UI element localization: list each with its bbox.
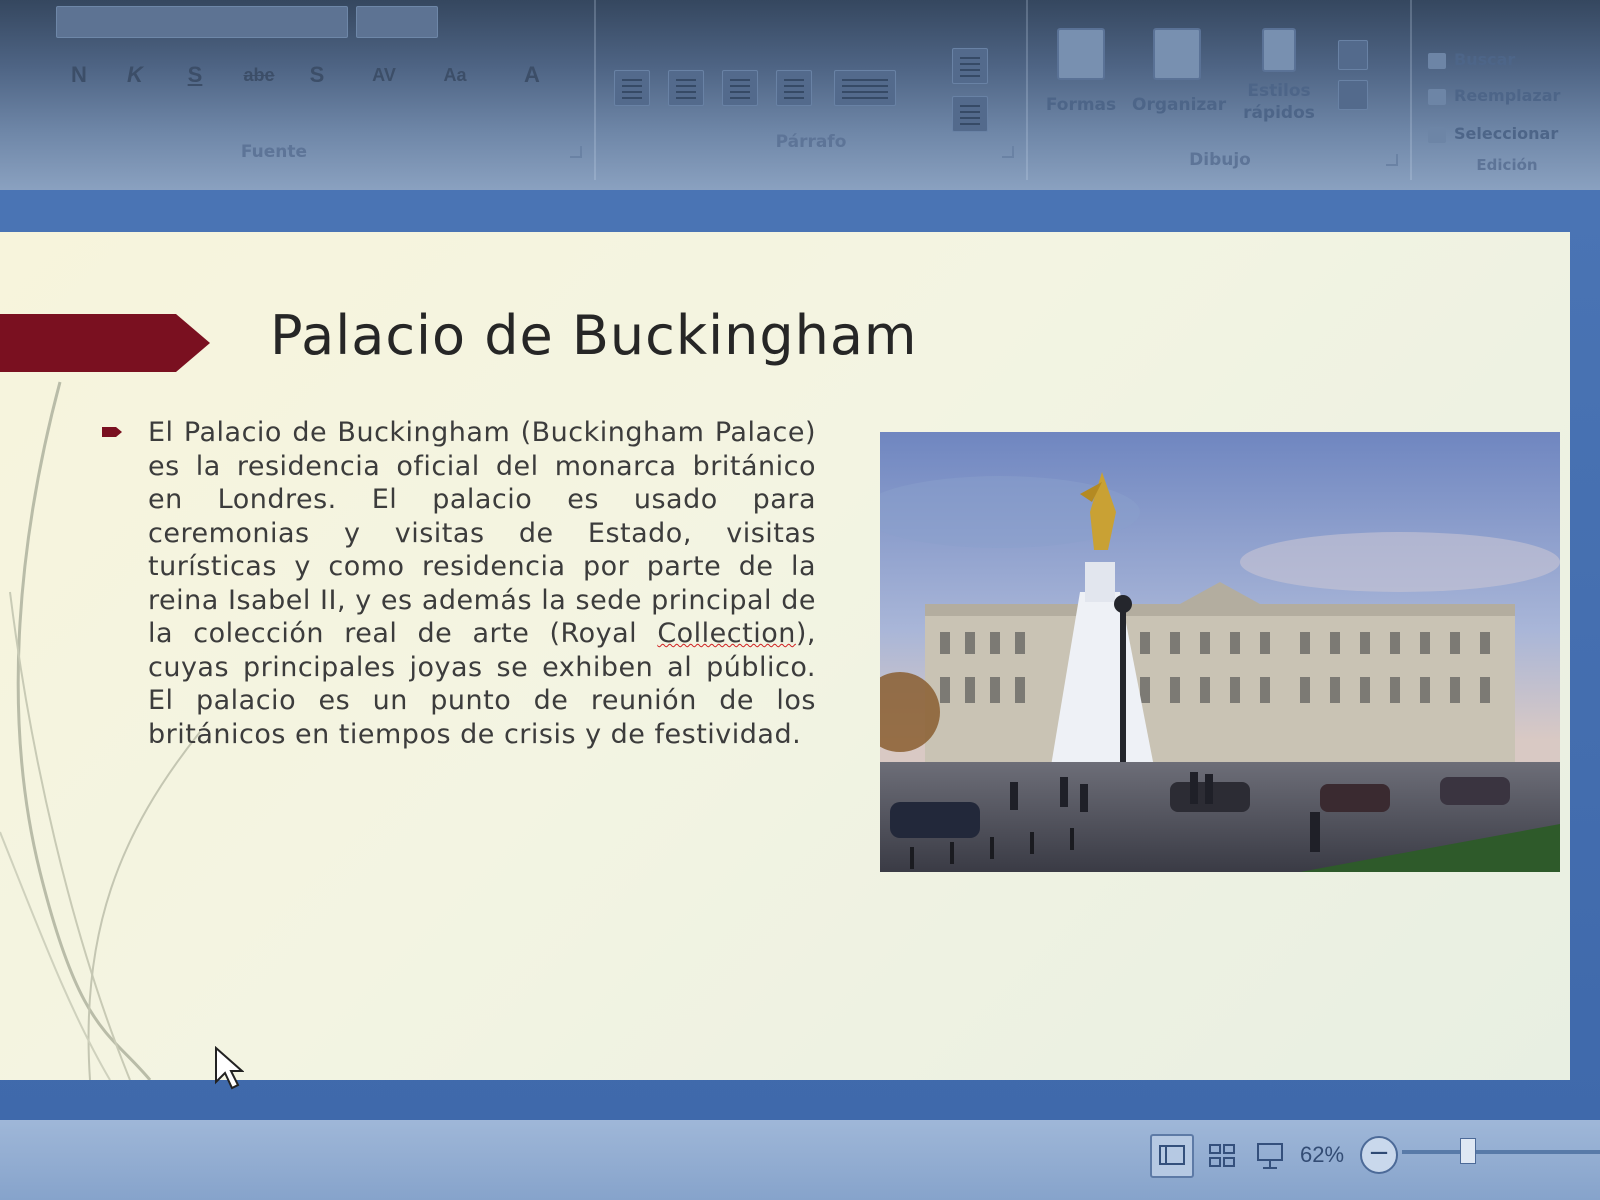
slide-body-text[interactable]: El Palacio de Buckingham (Buckingham Pal… <box>148 416 816 751</box>
zoom-slider-thumb[interactable] <box>1460 1138 1476 1164</box>
slideshow-button[interactable] <box>1248 1134 1292 1178</box>
misspelled-word: Collection <box>657 618 796 649</box>
title-accent-arrow <box>0 314 210 372</box>
columns-button[interactable] <box>834 70 896 106</box>
find-button[interactable]: Buscar <box>1428 50 1515 69</box>
convert-smartart-button[interactable] <box>952 96 988 132</box>
align-left-button[interactable] <box>614 70 650 106</box>
bold-button[interactable]: N <box>64 60 94 90</box>
editing-group-label: Edición <box>1476 156 1538 174</box>
shape-outline-button[interactable] <box>1338 80 1368 110</box>
char-spacing-button[interactable]: AV <box>354 60 414 90</box>
strikethrough-button[interactable]: abe <box>234 60 284 90</box>
drawing-group-label: Dibujo <box>1189 150 1251 170</box>
font-color-button[interactable]: A <box>512 60 552 90</box>
cursor-select-icon <box>1428 126 1446 143</box>
slideshow-icon <box>1257 1143 1283 1169</box>
replace-button[interactable]: Reemplazar <box>1428 86 1560 105</box>
text-direction-button[interactable] <box>952 48 988 84</box>
font-size-combo[interactable] <box>356 6 438 38</box>
binoculars-icon <box>1428 52 1446 69</box>
font-name-combo[interactable] <box>56 6 348 38</box>
bullet-arrow-icon <box>102 427 122 437</box>
zoom-out-button[interactable]: − <box>1360 1136 1398 1174</box>
font-dialog-launcher[interactable] <box>570 146 582 158</box>
arrange-button[interactable]: Organizar <box>1132 28 1227 116</box>
quick-styles-button[interactable]: Estilos rápidos <box>1234 28 1324 124</box>
normal-view-icon <box>1159 1145 1185 1165</box>
ribbon: N K S abe S AV Aa A Fuente Párrafo Forma… <box>0 0 1600 190</box>
shapes-icon <box>1057 28 1105 80</box>
mouse-pointer-icon <box>215 1046 244 1090</box>
zoom-level-label[interactable]: 62% <box>1300 1142 1344 1168</box>
status-bar: 62% − <box>0 1120 1600 1200</box>
underline-button[interactable]: S <box>180 60 210 90</box>
slide-sorter-button[interactable] <box>1200 1134 1244 1178</box>
shadow-button[interactable]: S <box>302 60 332 90</box>
ribbon-group-paragraph: Párrafo <box>596 0 1028 180</box>
ribbon-group-editing: Buscar Reemplazar Seleccionar Edición <box>1414 0 1600 180</box>
find-label: Buscar <box>1454 50 1516 69</box>
font-group-label: Fuente <box>240 142 308 162</box>
replace-label: Reemplazar <box>1454 86 1561 105</box>
align-right-button[interactable] <box>722 70 758 106</box>
slide-title[interactable]: Palacio de Buckingham <box>270 304 918 367</box>
quick-styles-label-2: rápidos <box>1243 103 1315 123</box>
body-text-part-1: El Palacio de Buckingham (Buckingham Pal… <box>148 417 816 649</box>
shapes-button[interactable]: Formas <box>1036 28 1126 116</box>
quick-styles-label-1: Estilos <box>1247 81 1311 101</box>
select-label: Seleccionar <box>1454 124 1559 143</box>
arrange-icon <box>1153 28 1201 80</box>
quick-styles-icon <box>1262 28 1296 72</box>
zoom-slider-track[interactable] <box>1402 1150 1600 1154</box>
paragraph-group-label: Párrafo <box>775 132 847 152</box>
paragraph-dialog-launcher[interactable] <box>1002 146 1014 158</box>
ribbon-group-drawing: Formas Organizar Estilos rápidos Dibujo <box>1030 0 1412 180</box>
replace-icon <box>1428 88 1446 105</box>
align-center-button[interactable] <box>668 70 704 106</box>
normal-view-button[interactable] <box>1150 1134 1194 1178</box>
slide-sorter-icon <box>1209 1144 1235 1167</box>
buckingham-palace-photo[interactable] <box>880 432 1560 872</box>
drawing-dialog-launcher[interactable] <box>1386 154 1398 166</box>
change-case-button[interactable]: Aa <box>430 60 480 90</box>
slide-canvas[interactable]: Palacio de Buckingham El Palacio de Buck… <box>0 232 1570 1080</box>
arrange-label: Organizar <box>1132 95 1227 115</box>
shape-fill-button[interactable] <box>1338 40 1368 70</box>
italic-button[interactable]: K <box>120 60 150 90</box>
ribbon-group-font: N K S abe S AV Aa A Fuente <box>34 0 596 180</box>
justify-button[interactable] <box>776 70 812 106</box>
select-button[interactable]: Seleccionar <box>1428 124 1558 143</box>
shapes-label: Formas <box>1045 95 1117 115</box>
